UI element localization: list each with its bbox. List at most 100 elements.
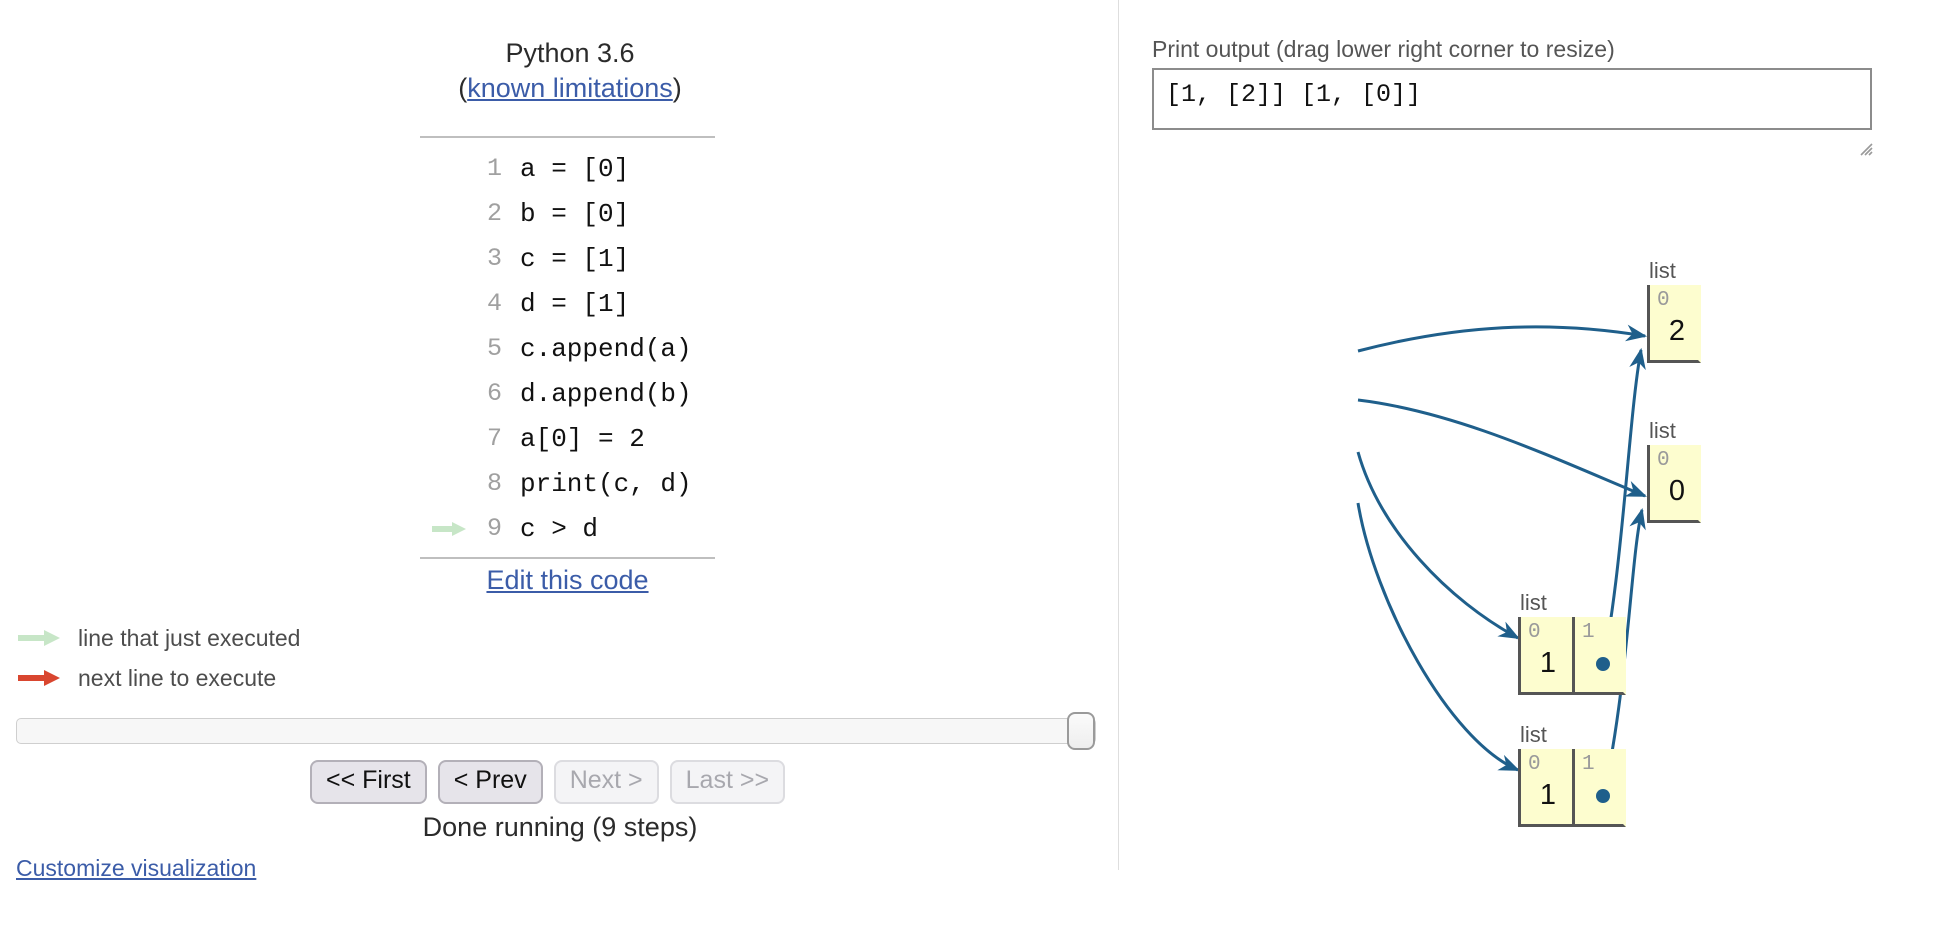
print-output-box[interactable]: [1, [2]] [1, [0]] xyxy=(1152,68,1872,130)
list-cell: 01 xyxy=(1518,617,1572,695)
cell-index: 0 xyxy=(1657,449,1670,472)
list-cell: 01 xyxy=(1518,749,1572,827)
known-limitations-link[interactable]: known limitations xyxy=(467,73,673,103)
code-line[interactable]: 7 a[0] = 2 xyxy=(420,416,715,461)
line-number: 5 xyxy=(486,334,502,363)
code-line[interactable]: 6 d.append(b) xyxy=(420,371,715,416)
python-version-label: Python 3.6 xyxy=(505,38,635,68)
list-cell: 1 xyxy=(1572,617,1626,695)
arrow-c-to-obj-c xyxy=(1356,451,1520,640)
cell-pointer-dot xyxy=(1596,657,1610,671)
step-controls: << First < Prev Next > Last >> xyxy=(310,760,786,804)
line-number: 4 xyxy=(486,289,502,318)
code-line[interactable]: 4 d = [1] xyxy=(420,281,715,326)
code-line-text: c = [1] xyxy=(520,243,630,274)
print-output-label: Print output (drag lower right corner to… xyxy=(1152,36,1615,62)
line-number: 7 xyxy=(486,424,502,453)
arrow-b-to-obj-b xyxy=(1357,398,1647,498)
code-line-text: b = [0] xyxy=(520,198,630,229)
cell-value: 1 xyxy=(1539,647,1557,679)
line-number: 1 xyxy=(486,154,502,183)
legend-row: line that just executed xyxy=(18,618,538,658)
code-line-text: a[0] = 2 xyxy=(520,423,645,454)
code-pane: Python 3.6 (known limitations) 1 a = [0] 2… xyxy=(0,0,1118,928)
cell-value: 2 xyxy=(1668,315,1686,347)
cell-index: 0 xyxy=(1657,289,1670,312)
python-version-header: Python 3.6 (known limitations) xyxy=(420,36,720,105)
code-line[interactable]: 9 c > d xyxy=(420,506,715,551)
visualization-pane: Print output (drag lower right corner to… xyxy=(1118,0,1944,928)
list-cell: 02 xyxy=(1647,285,1701,363)
code-line-text: c.append(a) xyxy=(520,333,692,364)
customize-visualization-link[interactable]: Customize visualization xyxy=(16,855,256,882)
cell-index: 1 xyxy=(1582,753,1595,776)
cell-index: 1 xyxy=(1582,621,1595,644)
code-line[interactable]: 1 a = [0] xyxy=(420,146,715,191)
line-number: 6 xyxy=(486,379,502,408)
edit-this-code-link[interactable]: Edit this code xyxy=(486,565,648,595)
object-cells: 02 xyxy=(1647,285,1701,363)
line-number: 8 xyxy=(486,469,502,498)
legend-row: next line to execute xyxy=(18,658,538,698)
legend-label: next line to execute xyxy=(78,664,277,691)
arrow-a-to-obj-a xyxy=(1357,324,1648,353)
code-line[interactable]: 8 print(c, d) xyxy=(420,461,715,506)
paren-close: ) xyxy=(672,72,682,103)
paren-open: ( xyxy=(458,72,468,103)
resize-grip-icon[interactable] xyxy=(1857,140,1873,156)
code-line-text: print(c, d) xyxy=(520,468,692,499)
code-listing: 1 a = [0] 2 b = [0] 3 c = [1] 4 d = [1] 5 c.appen… xyxy=(420,136,715,559)
list-cell: 00 xyxy=(1647,445,1701,523)
just-executed-arrow-icon xyxy=(18,630,62,646)
cell-pointer-dot xyxy=(1596,789,1610,803)
cell-index: 0 xyxy=(1528,753,1541,776)
code-line[interactable]: 5 c.append(a) xyxy=(420,326,715,371)
object-cells: 00 xyxy=(1647,445,1701,523)
arrow-d-to-obj-d xyxy=(1356,502,1520,772)
execution-marker-cell xyxy=(420,326,472,371)
line-number: 9 xyxy=(486,514,502,543)
cell-value: 1 xyxy=(1539,779,1557,811)
object-obj-c: list 0 1 1 xyxy=(1518,590,1626,695)
line-number: 2 xyxy=(486,199,502,228)
execution-marker-cell xyxy=(420,371,472,416)
line-number: 3 xyxy=(486,244,502,273)
step-slider[interactable] xyxy=(16,712,1096,750)
object-cells: 011 xyxy=(1518,617,1626,695)
arrow-legend: line that just executed next line to exec… xyxy=(18,618,538,698)
object-type-label: list xyxy=(1520,722,1547,747)
code-line-text: d.append(b) xyxy=(520,378,692,409)
execution-marker-cell xyxy=(420,281,472,326)
cell-index: 0 xyxy=(1528,621,1541,644)
first-button[interactable]: << First xyxy=(310,760,427,804)
object-type-label: list xyxy=(1649,418,1676,443)
execution-marker-cell xyxy=(420,146,472,191)
object-obj-b: list 0 0 xyxy=(1647,418,1701,523)
execution-marker-cell xyxy=(420,416,472,461)
list-cell: 1 xyxy=(1572,749,1626,827)
execution-marker-cell xyxy=(420,506,472,551)
edit-code-container: Edit this code xyxy=(420,565,715,596)
legend-label: line that just executed xyxy=(78,624,301,651)
prev-button[interactable]: < Prev xyxy=(437,760,543,804)
python-tutor-visualizer: Python 3.6 (known limitations) 1 a = [0] 2… xyxy=(0,0,1944,928)
code-line[interactable]: 3 c = [1] xyxy=(420,236,715,281)
code-line-text: a = [0] xyxy=(520,153,630,184)
object-obj-d: list 0 1 1 xyxy=(1518,722,1626,827)
next-button: Next > xyxy=(553,760,659,804)
code-line-text: c > d xyxy=(520,513,599,544)
code-line-text: d = [1] xyxy=(520,288,630,319)
just-executed-arrow-icon xyxy=(432,521,466,536)
code-line[interactable]: 2 b = [0] xyxy=(420,191,715,236)
execution-marker-cell xyxy=(420,191,472,236)
slider-track[interactable] xyxy=(16,718,1096,744)
execution-marker-cell xyxy=(420,236,472,281)
slider-handle[interactable] xyxy=(1067,712,1095,750)
last-button: Last >> xyxy=(669,760,786,804)
cell-value: 0 xyxy=(1668,475,1686,507)
next-line-arrow-icon xyxy=(18,670,62,686)
execution-marker-cell xyxy=(420,461,472,506)
object-obj-a: list 0 2 xyxy=(1647,258,1701,363)
object-type-label: list xyxy=(1520,590,1547,615)
execution-status: Done running (9 steps) xyxy=(422,812,698,842)
